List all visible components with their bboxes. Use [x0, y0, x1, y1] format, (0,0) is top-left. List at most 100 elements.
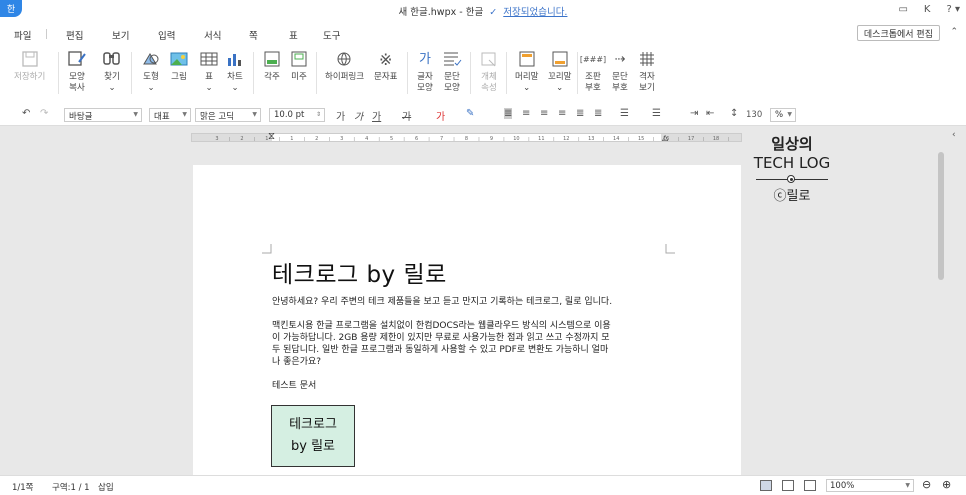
- grid-view-button[interactable]: 격자 보기: [636, 49, 658, 94]
- undo-icon[interactable]: ↶: [22, 108, 30, 119]
- font-select[interactable]: 맑은 고딕 ▼: [195, 108, 261, 122]
- chevron-down-icon: ⌄: [556, 83, 564, 93]
- underline-icon[interactable]: 가: [372, 108, 381, 123]
- indent-marker-icon[interactable]: ⧖: [268, 131, 275, 142]
- bullet-list-icon[interactable]: ☰: [620, 108, 629, 119]
- grid-icon: [636, 49, 658, 69]
- ruler-number: 3: [215, 136, 218, 141]
- full-view-icon[interactable]: [804, 480, 816, 491]
- endnote-button[interactable]: 미주: [288, 49, 310, 83]
- web-view-icon[interactable]: [782, 480, 794, 491]
- zoom-select[interactable]: 100% ▼: [826, 479, 914, 492]
- font-size-input[interactable]: 10.0 pt ⇕: [269, 108, 325, 122]
- chevron-down-icon: ⌄: [523, 83, 531, 93]
- menu-insert[interactable]: 입력: [158, 28, 175, 42]
- paragraph-line[interactable]: 두 된답니다. 일반 한글 프로그램과 동일하게 사용할 수 있고 PDF로 변…: [272, 344, 608, 356]
- chart-icon: [224, 49, 246, 69]
- para-mark-button[interactable]: ⇢ 문단 부호: [609, 49, 631, 94]
- text-box[interactable]: 테크로그 by 릴로: [271, 405, 355, 467]
- menu-format[interactable]: 서식: [204, 28, 221, 42]
- save-status-link[interactable]: 저장되었습니다.: [503, 7, 567, 18]
- find-button[interactable]: 찾기 ⌄: [101, 49, 123, 94]
- highlight-icon[interactable]: ✎: [466, 108, 474, 119]
- paragraph-test[interactable]: 테스트 문서: [272, 380, 316, 392]
- menu-table[interactable]: 표: [289, 28, 298, 42]
- line-spacing-unit-select[interactable]: % ▼: [770, 108, 796, 122]
- numbered-list-icon[interactable]: ☰: [652, 108, 661, 119]
- ribbon-divider: [407, 52, 408, 94]
- paragraph-line[interactable]: 나 좋은가요?: [272, 356, 321, 368]
- align-center-icon[interactable]: ≡: [540, 108, 548, 119]
- indent-icon[interactable]: ⇥: [690, 108, 698, 119]
- right-indent-marker-icon[interactable]: △: [662, 133, 668, 142]
- page-view-icon[interactable]: [760, 480, 772, 491]
- side-panel-toggle-icon[interactable]: ‹: [952, 130, 956, 140]
- format-painter-button[interactable]: 모양 복사: [66, 49, 88, 94]
- chevron-down-icon: ⌄: [205, 83, 213, 93]
- message-icon[interactable]: ▭: [898, 4, 907, 15]
- ruler-number: 14: [613, 136, 619, 141]
- font-color-icon[interactable]: 가: [436, 108, 445, 123]
- user-account-button[interactable]: K: [924, 4, 931, 15]
- line-spacing-value[interactable]: 130: [746, 110, 762, 120]
- layout-code-button[interactable]: [###] 조판 부호: [580, 49, 606, 94]
- hyperlink-button[interactable]: 하이퍼링크: [325, 49, 364, 83]
- para-mark-icon: ⇢: [614, 51, 626, 67]
- char-shape-button[interactable]: 가 글자 모양: [414, 49, 436, 94]
- menu-page[interactable]: 쪽: [249, 28, 258, 42]
- document-heading[interactable]: 테크로그 by 릴로: [272, 255, 447, 289]
- paragraph-intro[interactable]: 안녕하세요? 우리 주변의 테크 제품들을 보고 듣고 만지고 기록하는 테크로…: [272, 296, 612, 308]
- ruler-number: 15: [638, 136, 644, 141]
- shape-button[interactable]: 도형 ⌄: [140, 49, 162, 94]
- ruler-number: 9: [490, 136, 493, 141]
- menu-bar: 파일 편집 보기 입력 서식 쪽 표 도구: [0, 22, 966, 44]
- symbol-button[interactable]: ※ 문자표: [374, 49, 397, 83]
- format-toolbar: ↶ ↷ 바탕글 ▼ 대표 ▼ 맑은 고딕 ▼ 10.0 pt ⇕ 가 가 가 가 가 ✎…: [0, 104, 966, 126]
- vertical-scrollbar-thumb[interactable]: [938, 152, 944, 280]
- align-divide-icon[interactable]: ≣: [594, 108, 602, 119]
- text-box-line: by 릴로: [291, 439, 335, 454]
- redo-icon[interactable]: ↷: [40, 108, 48, 119]
- collapse-ribbon-icon[interactable]: ⌃: [950, 27, 958, 37]
- footer-button[interactable]: 꼬리말 ⌄: [548, 49, 571, 94]
- logo-line-2: TECH LOG: [753, 154, 831, 172]
- para-shape-button[interactable]: 문단 모양: [441, 49, 463, 94]
- paragraph-line[interactable]: 맥킨토시용 한글 프로그램을 설치없이 한컴DOCS라는 웹클라우드 방식의 시…: [272, 320, 611, 332]
- table-button[interactable]: 표 ⌄: [198, 49, 220, 94]
- edit-in-desktop-button[interactable]: 데스크톱에서 편집: [856, 25, 940, 41]
- footnote-button[interactable]: 각주: [261, 49, 283, 83]
- align-justify-icon[interactable]: ≣: [504, 108, 513, 119]
- align-right-icon[interactable]: ≡: [558, 108, 566, 119]
- menu-tools[interactable]: 도구: [323, 28, 340, 42]
- logo-line-1: 일상의: [771, 135, 813, 153]
- check-icon: ✓: [486, 7, 501, 18]
- zoom-out-icon[interactable]: ⊖: [922, 478, 931, 491]
- ribbon-divider: [316, 52, 317, 94]
- ruler-number: 18: [713, 136, 719, 141]
- insert-mode-indicator[interactable]: 삽입: [98, 481, 114, 493]
- help-button[interactable]: ? ▾: [946, 4, 960, 15]
- header-icon: [516, 49, 538, 69]
- strikethrough-icon[interactable]: 가: [402, 108, 411, 123]
- save-button[interactable]: 저장하기: [14, 49, 45, 83]
- outdent-icon[interactable]: ⇤: [706, 108, 714, 119]
- picture-button[interactable]: 그림: [168, 49, 190, 83]
- line-spacing-icon[interactable]: ↕: [730, 108, 738, 119]
- document-title: 새 한글.hwpx - 한글: [398, 7, 484, 18]
- ruler-number: 4: [365, 136, 368, 141]
- align-distribute-icon[interactable]: ≣: [576, 108, 584, 119]
- align-left-icon[interactable]: ≡: [522, 108, 530, 119]
- zoom-in-icon[interactable]: ⊕: [942, 478, 951, 491]
- language-select[interactable]: 대표 ▼: [149, 108, 191, 122]
- menu-file[interactable]: 파일: [14, 28, 31, 42]
- menu-view[interactable]: 보기: [112, 28, 129, 42]
- horizontal-ruler[interactable]: 3 2 1 1 2 3 4 5 6 7 8 9 10 11 12 13 14 15 16 17 18 ⧖ △: [191, 131, 742, 142]
- header-button[interactable]: 머리말 ⌄: [515, 49, 538, 94]
- italic-icon[interactable]: 가: [354, 108, 363, 123]
- style-select[interactable]: 바탕글 ▼: [64, 108, 142, 122]
- object-properties-button[interactable]: 개체 속성: [478, 49, 500, 94]
- bold-icon[interactable]: 가: [336, 108, 345, 123]
- chart-button[interactable]: 차트 ⌄: [224, 49, 246, 94]
- paragraph-line[interactable]: 이 가능하답니다. 2GB 용량 제한이 있지만 무료로 사용가능한 점과 읽고…: [272, 332, 610, 344]
- menu-edit[interactable]: 편집: [66, 28, 83, 42]
